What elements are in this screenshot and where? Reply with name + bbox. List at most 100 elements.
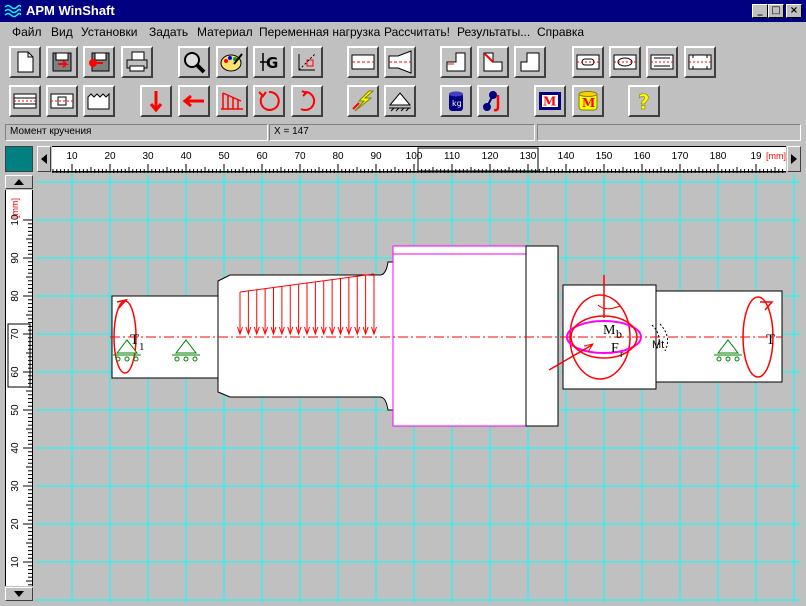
h-ruler-tick-label: 40	[180, 151, 192, 162]
svg-text:?: ?	[638, 90, 650, 113]
svg-text:G: G	[266, 54, 278, 72]
save-button[interactable]	[46, 46, 78, 78]
status-mode: Момент кручения	[5, 124, 268, 141]
gear-type-2-button[interactable]	[46, 85, 78, 117]
menu-define[interactable]: Задать	[149, 25, 188, 39]
groove-2-button[interactable]	[609, 46, 641, 78]
h-ruler-tick-label: 19	[750, 151, 762, 162]
h-ruler-tick-label: 120	[482, 151, 499, 162]
groove-1-button[interactable]	[572, 46, 604, 78]
h-ruler-tick-label: 110	[444, 151, 460, 162]
force-label: F	[611, 341, 619, 356]
save-as-button[interactable]	[83, 46, 115, 78]
app-icon[interactable]	[4, 3, 21, 19]
v-ruler-tick-label: 90	[10, 252, 21, 264]
menu-view[interactable]: Вид	[51, 25, 73, 39]
results-cylinder-icon: M	[578, 91, 598, 111]
h-ruler-tick-label: 10	[66, 151, 78, 162]
torque-left-subscript: 1	[139, 341, 145, 353]
h-ruler-tick-label: 20	[104, 151, 116, 162]
menu-file[interactable]: Файл	[12, 25, 42, 39]
question-mark-icon: ?	[638, 90, 650, 113]
shaft-section-cone-neck[interactable]	[217, 261, 394, 411]
results-button[interactable]: M	[534, 85, 566, 117]
h-ruler-tick-label: 50	[218, 151, 230, 162]
title-bar: APM WinShaft _ □ ×	[0, 0, 806, 22]
joint-button[interactable]	[477, 85, 509, 117]
new-file-icon	[17, 51, 34, 73]
bearing-joint-icon	[483, 91, 500, 112]
shaft-section-collar[interactable]	[525, 245, 559, 427]
section-hatch-icon	[13, 93, 37, 109]
h-ruler-tick-label: 100	[406, 151, 423, 162]
ruler-scroll-up-button[interactable]	[5, 175, 33, 189]
groove-3-button[interactable]	[646, 46, 678, 78]
svg-text:kg: kg	[452, 99, 462, 108]
h-ruler-tick-label: 70	[294, 151, 306, 162]
horizontal-ruler[interactable]: 10 20 30 40 50 60 70 80 90 100 110 120 130 140 150 160 1…	[52, 146, 786, 173]
v-ruler-tick-label: 30	[10, 480, 21, 492]
step-right-button[interactable]	[514, 46, 546, 78]
vertical-ruler[interactable]: 10 90 80 70 60 50 40 30 20 10 [mm]	[5, 190, 33, 586]
new-file-button[interactable]	[9, 46, 41, 78]
groove-4-button[interactable]	[684, 46, 716, 78]
ruler-scroll-right-button[interactable]	[787, 146, 801, 172]
arrow-right-icon	[791, 154, 797, 164]
step-right-icon	[520, 52, 540, 72]
step-left-icon	[446, 52, 466, 72]
moment-ccw-button[interactable]	[253, 85, 285, 117]
save-icon	[52, 52, 72, 72]
menu-results[interactable]: Результаты...	[457, 25, 530, 39]
menu-material[interactable]: Материал	[197, 25, 253, 39]
gear-type-3-button[interactable]	[83, 85, 115, 117]
v-ruler-tick-label: 80	[10, 290, 21, 302]
cone-section-button[interactable]	[384, 46, 416, 78]
results-table-button[interactable]: M	[572, 85, 604, 117]
h-ruler-tick-label: 170	[672, 151, 689, 162]
force-vertical-button[interactable]	[140, 85, 172, 117]
ruler-scroll-down-button[interactable]	[5, 587, 33, 601]
print-button[interactable]	[121, 46, 153, 78]
menu-help[interactable]: Справка	[537, 25, 584, 39]
bushing-icon	[50, 93, 74, 109]
rotate-ccw-icon	[258, 90, 280, 111]
shaft-section-large[interactable]	[392, 245, 527, 427]
zoom-button[interactable]	[178, 46, 210, 78]
support-fixed-icon	[388, 92, 412, 112]
impact-load-button[interactable]	[347, 85, 379, 117]
svg-text:M: M	[543, 95, 556, 109]
v-ruler-tick-label: 40	[10, 442, 21, 454]
material-button[interactable]: kg	[440, 85, 472, 117]
bending-moment-label: M	[603, 323, 616, 338]
moment-cw-button[interactable]	[291, 85, 323, 117]
colors-button[interactable]	[216, 46, 248, 78]
dimension-button[interactable]	[291, 46, 323, 78]
dimension-icon	[298, 53, 316, 71]
minimize-button[interactable]: _	[752, 4, 768, 18]
help-button[interactable]: ?	[628, 85, 660, 117]
close-button[interactable]: ×	[786, 4, 802, 18]
thread-section-icon	[650, 54, 674, 70]
arrow-left-icon	[182, 94, 204, 108]
v-ruler-tick-label: 20	[10, 518, 21, 530]
support-button[interactable]	[384, 85, 416, 117]
shaft-body[interactable]	[111, 245, 783, 427]
step-left-button[interactable]	[440, 46, 472, 78]
ruler-scroll-left-button[interactable]	[37, 146, 51, 172]
menu-settings[interactable]: Установки	[81, 25, 137, 39]
h-ruler-tick-label: 80	[332, 151, 344, 162]
text-button[interactable]: G	[253, 46, 285, 78]
window-title: APM WinShaft	[26, 3, 115, 18]
step-inner-button[interactable]	[477, 46, 509, 78]
menu-calculate[interactable]: Рассчитать!	[384, 25, 450, 39]
force-axial-button[interactable]	[178, 85, 210, 117]
spline-groove-icon	[613, 54, 637, 70]
status-extra	[537, 124, 801, 141]
distributed-load-button[interactable]	[216, 85, 248, 117]
ring-groove-icon	[688, 54, 712, 70]
drawing-canvas[interactable]: T 1 M b F r Mt T	[35, 174, 801, 602]
gear-type-1-button[interactable]	[9, 85, 41, 117]
menu-variable-load[interactable]: Переменная нагрузка	[259, 25, 380, 39]
maximize-button[interactable]: □	[768, 4, 784, 18]
shaft-section-button[interactable]	[347, 46, 379, 78]
